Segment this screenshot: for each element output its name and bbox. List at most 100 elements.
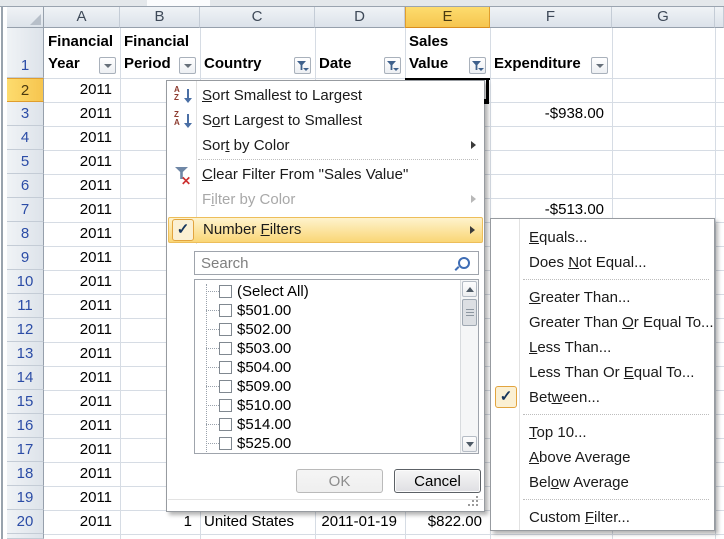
row-header-9[interactable]: 9 — [7, 246, 44, 270]
value-checkbox[interactable] — [219, 399, 232, 412]
value-checkbox[interactable] — [219, 361, 232, 374]
value-checkbox[interactable] — [219, 285, 232, 298]
cell-A7[interactable]: 2011 — [44, 198, 120, 222]
cell-C20[interactable]: United States — [200, 510, 315, 534]
search-input[interactable] — [194, 251, 479, 275]
cell-A13[interactable]: 2011 — [44, 342, 120, 366]
value-item[interactable]: $502.00 — [195, 320, 455, 339]
filter-button-A[interactable] — [99, 57, 116, 74]
column-header-G[interactable]: G — [612, 7, 715, 28]
ok-button[interactable]: OK — [296, 469, 383, 493]
row-header-4[interactable]: 4 — [7, 126, 44, 150]
filter-button-B[interactable] — [179, 57, 196, 74]
submenu-item-does-not-equal[interactable]: Does Not Equal... — [492, 250, 713, 275]
cell-A10[interactable]: 2011 — [44, 270, 120, 294]
row-header-12[interactable]: 12 — [7, 318, 44, 342]
cell-A20[interactable]: 2011 — [44, 510, 120, 534]
submenu-item-custom-filter[interactable]: Custom Filter... — [492, 505, 713, 530]
value-item[interactable]: $503.00 — [195, 339, 455, 358]
value-item[interactable]: (Select All) — [195, 282, 455, 301]
resize-grip[interactable] — [468, 496, 480, 508]
row-header-10[interactable]: 10 — [7, 270, 44, 294]
row-header-20[interactable]: 20 — [7, 510, 44, 534]
cell-A14[interactable]: 2011 — [44, 366, 120, 390]
filter-button-F[interactable] — [591, 57, 608, 74]
menu-item-sort-by-color[interactable]: Sort by Color — [168, 133, 483, 158]
cell-B20[interactable]: 1 — [120, 510, 200, 534]
submenu-item-equals[interactable]: Equals... — [492, 225, 713, 250]
value-item[interactable]: $525.00 — [195, 434, 455, 453]
value-checkbox[interactable] — [219, 323, 232, 336]
value-checkbox[interactable] — [219, 342, 232, 355]
cell-F3[interactable]: -$938.00 — [490, 102, 612, 126]
row-header-5[interactable]: 5 — [7, 150, 44, 174]
value-checkbox[interactable] — [219, 380, 232, 393]
list-scrollbar[interactable] — [460, 280, 478, 453]
scroll-up-button[interactable] — [462, 281, 477, 297]
value-item[interactable]: $514.00 — [195, 415, 455, 434]
value-item[interactable]: $504.00 — [195, 358, 455, 377]
submenu-item-between[interactable]: Between...✓ — [492, 385, 713, 410]
row-header-17[interactable]: 17 — [7, 438, 44, 462]
column-header-B[interactable]: B — [120, 7, 200, 28]
value-item[interactable]: $509.00 — [195, 377, 455, 396]
row-header-19[interactable]: 19 — [7, 486, 44, 510]
column-header-F[interactable]: F — [490, 7, 612, 28]
submenu-item-less-than-or-equal-to[interactable]: Less Than Or Equal To... — [492, 360, 713, 385]
cell-A16[interactable]: 2011 — [44, 414, 120, 438]
row-header-3[interactable]: 3 — [7, 102, 44, 126]
cell-A12[interactable]: 2011 — [44, 318, 120, 342]
cancel-button[interactable]: Cancel — [394, 469, 481, 493]
cell-A3[interactable]: 2011 — [44, 102, 120, 126]
value-checkbox[interactable] — [219, 418, 232, 431]
cell-A6[interactable]: 2011 — [44, 174, 120, 198]
column-header-E[interactable]: E — [405, 7, 490, 28]
menu-item-number-filters[interactable]: Number Filters✓ — [168, 217, 483, 243]
cell-A4[interactable]: 2011 — [44, 126, 120, 150]
select-all-corner[interactable] — [7, 7, 44, 28]
row-header-15[interactable]: 15 — [7, 390, 44, 414]
value-item[interactable]: $510.00 — [195, 396, 455, 415]
cell-A9[interactable]: 2011 — [44, 246, 120, 270]
value-item[interactable]: $501.00 — [195, 301, 455, 320]
row-header-13[interactable]: 13 — [7, 342, 44, 366]
cell-A11[interactable]: 2011 — [44, 294, 120, 318]
submenu-item-greater-than[interactable]: Greater Than... — [492, 285, 713, 310]
scroll-down-button[interactable] — [462, 436, 477, 452]
row-header-2[interactable]: 2 — [7, 78, 44, 102]
menu-item-sort-smallest-to-largest[interactable]: Sort Smallest to LargestA Z — [168, 83, 483, 108]
cell-A2[interactable]: 2011 — [44, 78, 120, 102]
submenu-item-above-average[interactable]: Above Average — [492, 445, 713, 470]
submenu-item-less-than[interactable]: Less Than... — [492, 335, 713, 360]
cell-A19[interactable]: 2011 — [44, 486, 120, 510]
cell-A8[interactable]: 2011 — [44, 222, 120, 246]
menu-item-sort-largest-to-smallest[interactable]: Sort Largest to SmallestZ A — [168, 108, 483, 133]
submenu-item-below-average[interactable]: Below Average — [492, 470, 713, 495]
filter-button-C[interactable] — [294, 57, 311, 74]
row-header-6[interactable]: 6 — [7, 174, 44, 198]
scroll-thumb[interactable] — [462, 299, 477, 326]
column-header-D[interactable]: D — [315, 7, 405, 28]
cell-D20[interactable]: 2011-01-19 — [315, 510, 405, 534]
cell-E20[interactable]: $822.00 — [405, 510, 490, 534]
value-checkbox[interactable] — [219, 304, 232, 317]
row-header-11[interactable]: 11 — [7, 294, 44, 318]
filter-button-E[interactable] — [469, 57, 486, 74]
menu-item-clear-filter-from-sales-value[interactable]: Clear Filter From "Sales Value"✕ — [168, 162, 483, 187]
row-header-1[interactable]: 1 — [7, 28, 44, 78]
column-header-C[interactable]: C — [200, 7, 315, 28]
cell-A5[interactable]: 2011 — [44, 150, 120, 174]
column-header-A[interactable]: A — [44, 7, 120, 28]
filter-button-D[interactable] — [384, 57, 401, 74]
row-header-8[interactable]: 8 — [7, 222, 44, 246]
cell-A15[interactable]: 2011 — [44, 390, 120, 414]
menu-item-filter-by-color[interactable]: Filter by Color — [168, 187, 483, 212]
submenu-item-greater-than-or-equal-to[interactable]: Greater Than Or Equal To... — [492, 310, 713, 335]
cell-A17[interactable]: 2011 — [44, 438, 120, 462]
row-header-14[interactable]: 14 — [7, 366, 44, 390]
row-header-7[interactable]: 7 — [7, 198, 44, 222]
submenu-item-top-10[interactable]: Top 10... — [492, 420, 713, 445]
value-checkbox[interactable] — [219, 437, 232, 450]
row-header-18[interactable]: 18 — [7, 462, 44, 486]
cell-A18[interactable]: 2011 — [44, 462, 120, 486]
